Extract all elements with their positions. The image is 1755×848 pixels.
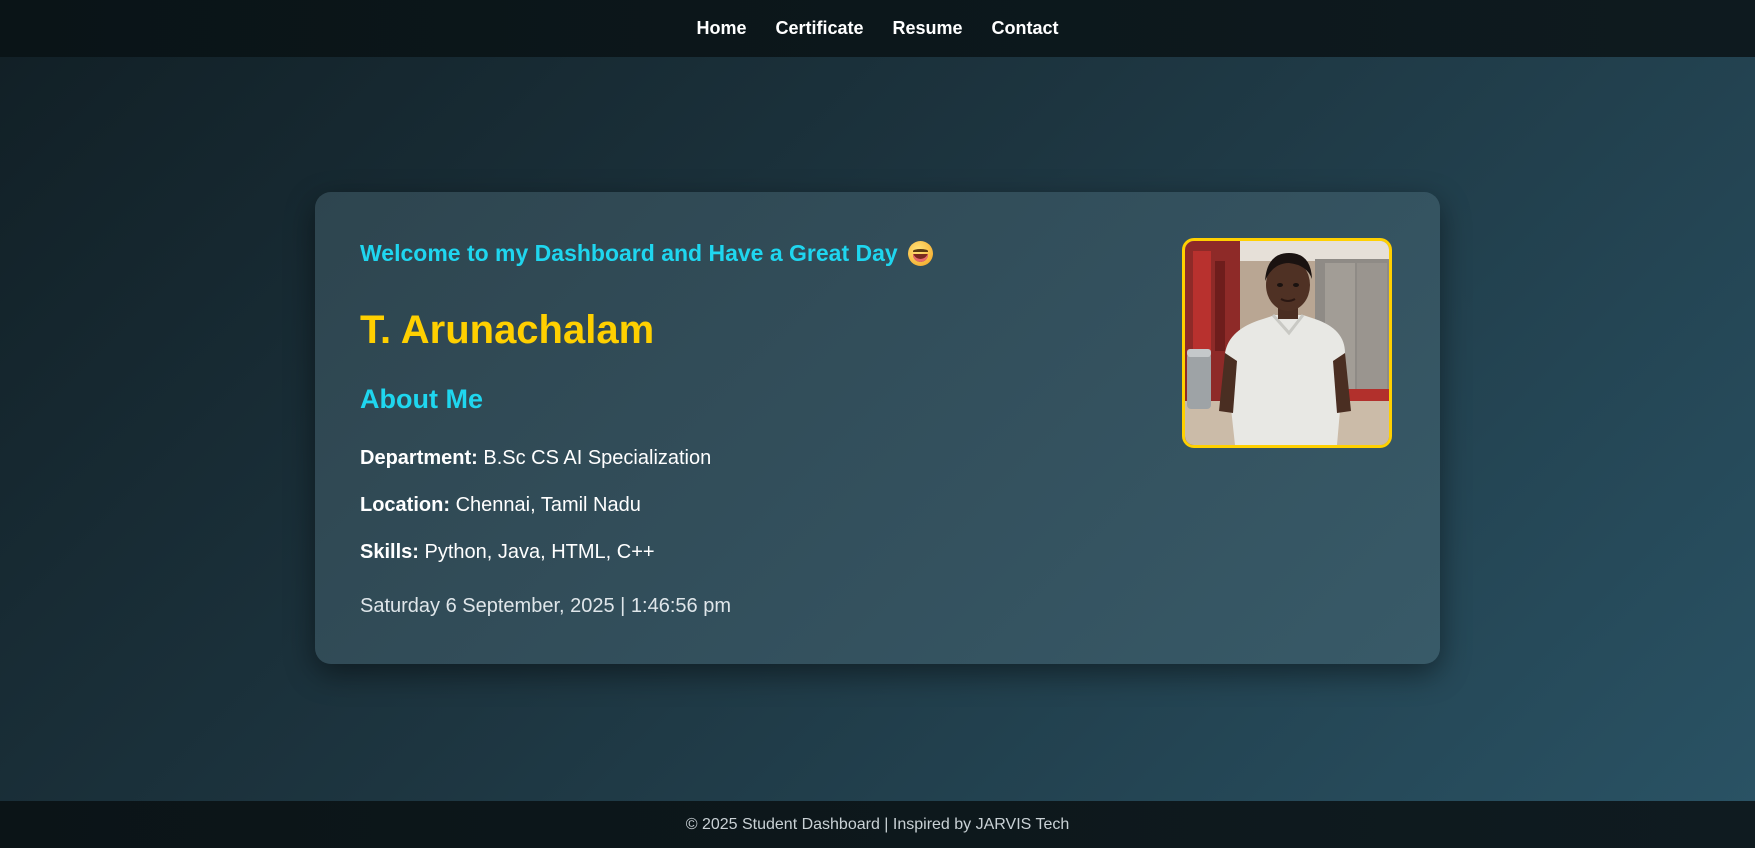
nav-resume-link[interactable]: Resume — [893, 18, 963, 39]
nav-home-link[interactable]: Home — [696, 18, 746, 39]
skills-value: Python, Java, HTML, C++ — [424, 541, 655, 563]
department-label: Department: — [360, 447, 478, 469]
skills-row: Skills: Python, Java, HTML, C++ — [360, 541, 655, 564]
welcome-message: Welcome to my Dashboard and Have a Great… — [360, 240, 933, 267]
page-footer: © 2025 Student Dashboard | Inspired by J… — [0, 801, 1755, 848]
profile-photo — [1182, 238, 1392, 448]
department-row: Department: B.Sc CS AI Specialization — [360, 447, 711, 470]
location-value: Chennai, Tamil Nadu — [455, 494, 641, 516]
welcome-text: Welcome to my Dashboard and Have a Great… — [360, 240, 898, 266]
nav-contact-link[interactable]: Contact — [992, 18, 1059, 39]
grinning-face-icon — [907, 241, 933, 266]
nav-certificate-link[interactable]: Certificate — [775, 18, 863, 39]
footer-text: © 2025 Student Dashboard | Inspired by J… — [685, 815, 1070, 833]
profile-name: T. Arunachalam — [360, 308, 655, 352]
current-datetime: Saturday 6 September, 2025 | 1:46:56 pm — [360, 595, 731, 617]
top-navigation: Home Certificate Resume Contact — [0, 0, 1755, 57]
skills-label: Skills: — [360, 541, 419, 563]
location-row: Location: Chennai, Tamil Nadu — [360, 494, 641, 517]
department-value: B.Sc CS AI Specialization — [483, 447, 712, 469]
profile-photo-image — [1185, 241, 1389, 445]
location-label: Location: — [360, 494, 450, 516]
profile-card: Welcome to my Dashboard and Have a Great… — [315, 192, 1440, 664]
about-heading: About Me — [360, 384, 483, 414]
